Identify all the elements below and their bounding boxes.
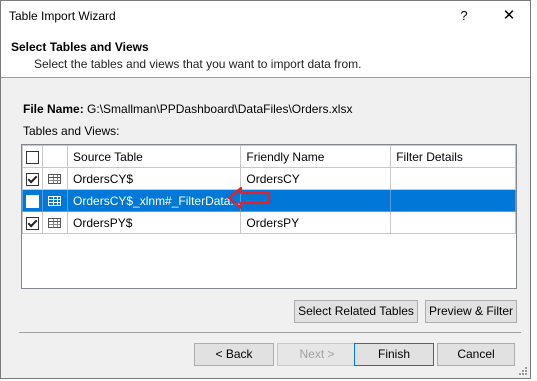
step-description: Select the tables and views that you wan… xyxy=(34,57,362,71)
table-icon-cell xyxy=(42,189,69,212)
back-button[interactable]: < Back xyxy=(194,343,274,366)
help-icon[interactable]: ? xyxy=(453,6,475,26)
source-table-cell[interactable]: OrdersCY$_xlnm#_FilterData... xyxy=(67,189,242,212)
next-button[interactable]: Next > xyxy=(277,343,357,366)
table-icon xyxy=(48,174,62,185)
row-checkbox[interactable] xyxy=(26,172,39,186)
filter-details-cell[interactable] xyxy=(390,189,516,212)
select-all-cell[interactable] xyxy=(21,145,44,168)
source-table-cell[interactable]: OrdersPY$ xyxy=(67,211,242,234)
table-icon-cell xyxy=(42,167,69,190)
tables-and-views-label: Tables and Views: xyxy=(23,124,120,138)
preview-filter-button[interactable]: Preview & Filter xyxy=(425,300,517,323)
source-table-cell[interactable]: OrdersCY$ xyxy=(67,167,242,190)
select-related-tables-button[interactable]: Select Related Tables xyxy=(294,300,418,323)
icon-header-cell xyxy=(42,145,69,168)
footer-separator xyxy=(19,332,521,333)
row-checkbox[interactable] xyxy=(26,216,39,230)
row-checkbox[interactable] xyxy=(26,194,39,208)
file-name-label: File Name: xyxy=(23,102,84,116)
column-header-filter-details[interactable]: Filter Details xyxy=(390,145,516,168)
file-name-row: File Name: G:\Smallman\PPDashboard\DataF… xyxy=(23,102,352,116)
table-icon xyxy=(48,218,62,229)
table-icon xyxy=(48,196,62,207)
finish-button[interactable]: Finish xyxy=(354,343,434,366)
select-all-checkbox[interactable] xyxy=(26,150,39,164)
step-title: Select Tables and Views xyxy=(11,40,149,54)
red-arrow-annotation-icon xyxy=(227,186,271,210)
column-header-friendly-name[interactable]: Friendly Name xyxy=(240,145,392,168)
column-header-source-table[interactable]: Source Table xyxy=(67,145,242,168)
friendly-name-cell[interactable]: OrdersPY xyxy=(240,211,392,234)
wizard-header: Select Tables and Views Select the table… xyxy=(1,32,530,78)
cancel-button[interactable]: Cancel xyxy=(437,343,515,366)
file-path: G:\Smallman\PPDashboard\DataFiles\Orders… xyxy=(87,102,353,116)
filter-details-cell[interactable] xyxy=(390,167,516,190)
window-title: Table Import Wizard xyxy=(9,9,116,23)
close-icon[interactable]: ✕ xyxy=(497,6,521,26)
resize-grip-icon[interactable] xyxy=(518,366,528,376)
grid-header-row: Source Table Friendly Name Filter Detail… xyxy=(21,145,516,168)
filter-details-cell[interactable] xyxy=(390,211,516,234)
table-row[interactable]: OrdersPY$ OrdersPY xyxy=(21,211,516,234)
row-checkbox-cell[interactable] xyxy=(21,167,44,190)
title-bar: Table Import Wizard ? ✕ xyxy=(1,1,530,32)
tables-grid[interactable]: Source Table Friendly Name Filter Detail… xyxy=(21,144,517,289)
row-checkbox-cell[interactable] xyxy=(21,211,44,234)
table-import-wizard-dialog: Table Import Wizard ? ✕ Select Tables an… xyxy=(0,0,531,379)
row-checkbox-cell[interactable] xyxy=(21,189,44,212)
table-icon-cell xyxy=(42,211,69,234)
